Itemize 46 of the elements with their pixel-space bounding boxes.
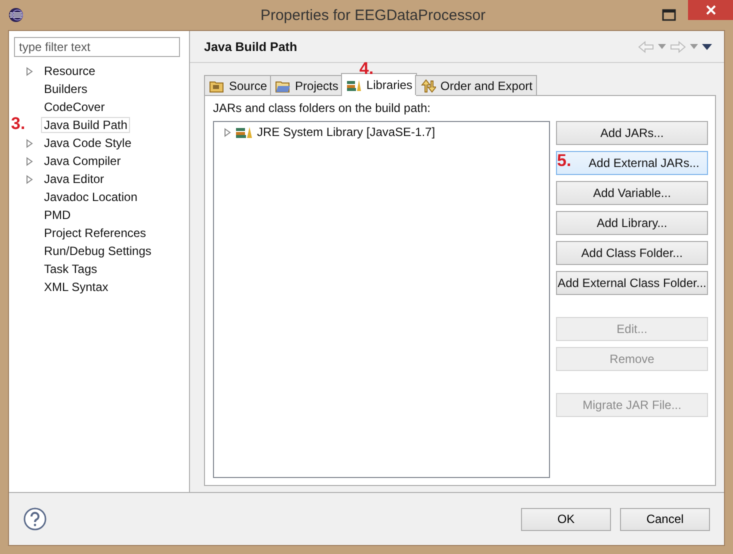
dropdown-icon[interactable] bbox=[658, 44, 666, 49]
eclipse-icon bbox=[8, 7, 24, 23]
sidebar-item[interactable]: Javadoc Location bbox=[41, 189, 140, 205]
maximize-icon[interactable] bbox=[662, 9, 676, 21]
help-icon[interactable] bbox=[23, 507, 47, 531]
action-button[interactable]: Add Variable... bbox=[556, 181, 708, 205]
dropdown-icon[interactable] bbox=[690, 44, 698, 49]
dialog-button[interactable]: Cancel bbox=[620, 508, 710, 530]
folder-icon bbox=[209, 78, 225, 92]
action-button[interactable]: Add Library... bbox=[556, 211, 708, 235]
tab[interactable]: Order and Export bbox=[415, 75, 538, 95]
action-button[interactable]: Add JARs... bbox=[556, 121, 708, 145]
list-label: JARs and class folders on the build path: bbox=[213, 101, 432, 115]
sidebar-item[interactable]: CodeCover bbox=[41, 99, 108, 115]
step-number: 3. bbox=[11, 114, 26, 134]
sidebar-item[interactable]: PMD bbox=[41, 207, 74, 223]
sidebar-item[interactable]: Java Compiler bbox=[41, 153, 124, 169]
sidebar-item[interactable]: Task Tags bbox=[41, 261, 100, 277]
sidebar-item[interactable]: Resource bbox=[41, 63, 98, 79]
filter-field[interactable]: type filter text bbox=[14, 37, 180, 57]
action-button[interactable]: Add Class Folder... bbox=[556, 241, 708, 265]
tab[interactable]: Source bbox=[204, 75, 272, 95]
expand-icon[interactable] bbox=[26, 66, 33, 76]
sidebar-item[interactable]: Java Editor bbox=[41, 171, 108, 187]
folder-icon bbox=[275, 78, 292, 92]
library-icon bbox=[235, 126, 253, 138]
sidebar-item[interactable]: Java Build Path bbox=[41, 117, 130, 133]
window-title: Properties for EEGDataProcessor bbox=[259, 6, 487, 24]
menu-icon[interactable] bbox=[702, 44, 712, 50]
sidebar-item[interactable]: Builders bbox=[41, 81, 90, 97]
action-button[interactable]: Add External Class Folder... bbox=[556, 271, 708, 295]
sidebar-item[interactable]: XML Syntax bbox=[41, 279, 112, 295]
arrows-icon bbox=[420, 78, 436, 92]
library-item[interactable]: JRE System Library [JavaSE-1.7] bbox=[257, 125, 436, 139]
expand-icon[interactable] bbox=[224, 128, 231, 136]
step-number: 5. bbox=[557, 151, 572, 171]
page-title: Java Build Path bbox=[204, 40, 298, 54]
sidebar-item[interactable]: Project References bbox=[41, 225, 150, 241]
dialog-button[interactable]: OK bbox=[521, 508, 611, 530]
books-icon bbox=[346, 78, 362, 92]
sidebar-item[interactable]: Run/Debug Settings bbox=[41, 243, 154, 259]
close-icon bbox=[704, 4, 716, 16]
tab[interactable]: Libraries bbox=[341, 73, 418, 96]
tab[interactable]: Projects bbox=[270, 75, 344, 95]
close-button[interactable] bbox=[688, 0, 733, 20]
sidebar-item[interactable]: Java Code Style bbox=[41, 135, 134, 151]
